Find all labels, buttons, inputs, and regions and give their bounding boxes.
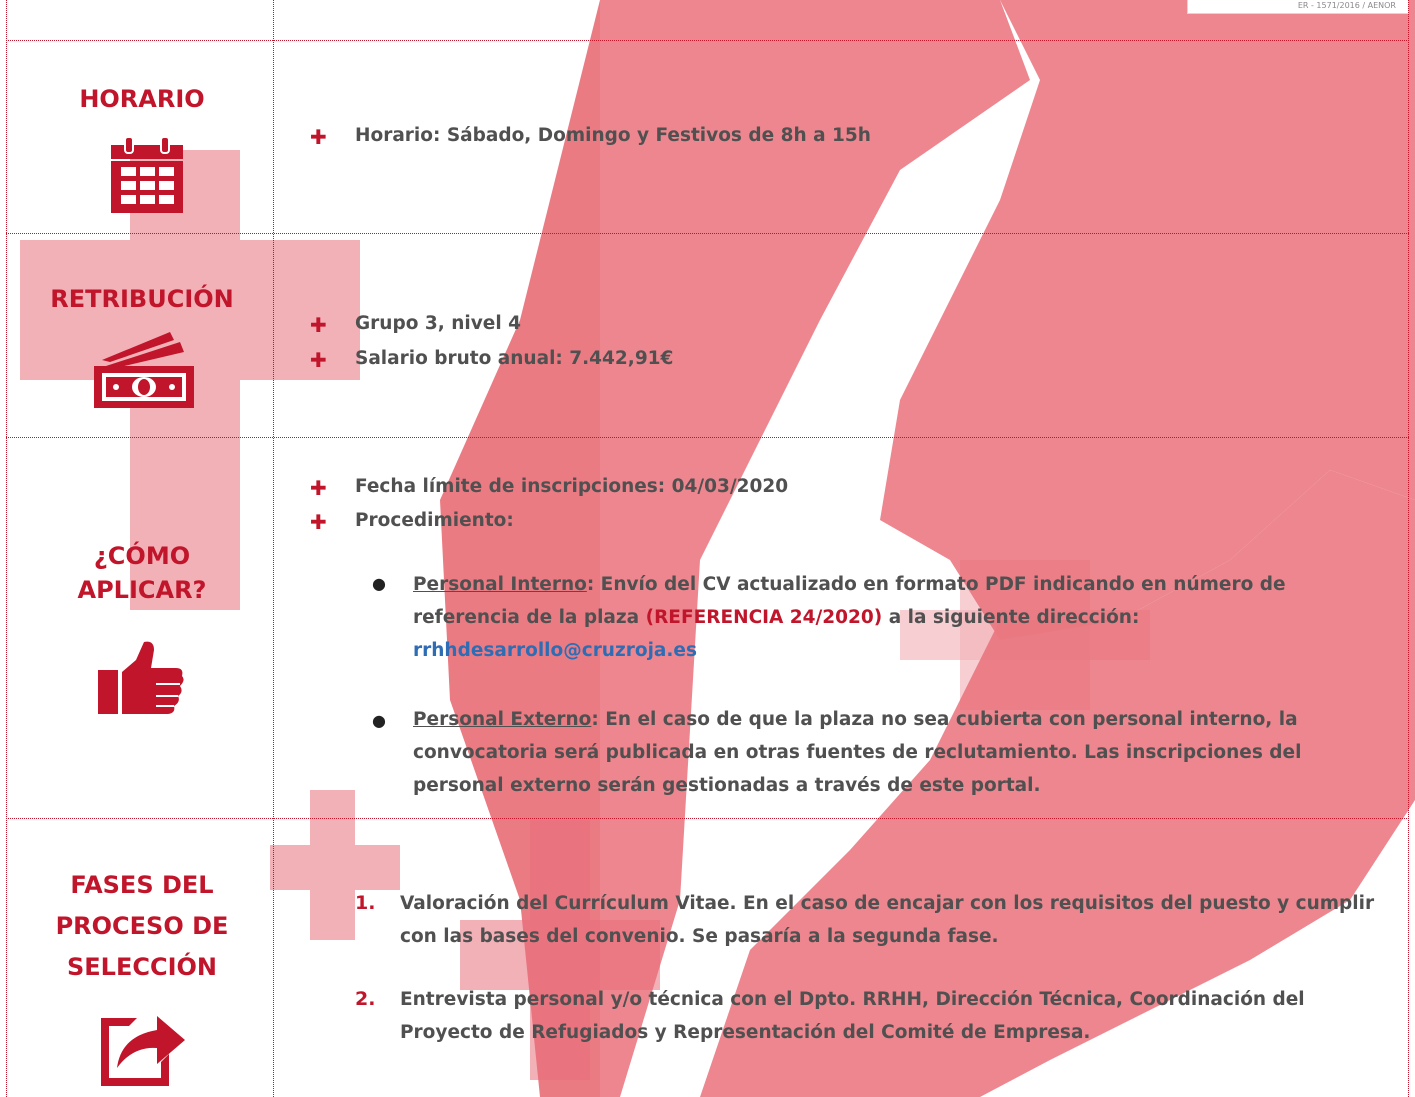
bullet-plus-icon: ✚ (310, 125, 327, 149)
column-divider (6, 0, 7, 1097)
bullet-dot: ● (372, 574, 386, 593)
row-divider (6, 818, 1409, 819)
procedimiento-label: Procedimiento: (355, 510, 514, 531)
retribucion-item: Salario bruto anual: 7.442,91€ (355, 348, 674, 369)
fase-1-text: Valoración del Currículum Vitae. En el c… (400, 893, 1375, 947)
section-title-retribucion: RETRIBUCIÓN (50, 285, 234, 313)
personal-externo-item: Personal Externo: En el caso de que la p… (413, 703, 1393, 802)
fecha-limite: Fecha límite de inscripciones: 04/03/202… (355, 476, 789, 497)
referencia-code: (REFERENCIA 24/2020) (645, 607, 883, 628)
bullet-plus-icon: ✚ (310, 476, 327, 500)
fase-number: 1. (355, 892, 376, 914)
personal-interno-item: Personal Interno: Envío del CV actualiza… (413, 568, 1393, 667)
bullet-plus-icon: ✚ (310, 510, 327, 534)
share-arrow-icon (99, 1000, 187, 1088)
column-divider (1408, 0, 1409, 1097)
money-icon (92, 330, 196, 410)
certification-stamp: ER - 1571/2016 / AENOR (1187, 0, 1409, 14)
section-title-horario: HORARIO (79, 85, 205, 113)
row-divider (6, 437, 1409, 438)
personal-externo-label: Personal Externo (413, 709, 592, 730)
fase-number: 2. (355, 988, 376, 1010)
bullet-plus-icon: ✚ (310, 348, 327, 372)
section-title-aplicar: APLICAR? (77, 576, 207, 604)
calendar-icon (109, 137, 185, 213)
section-title-fases: SELECCIÓN (66, 953, 217, 981)
row-divider (6, 40, 1409, 41)
bullet-plus-icon: ✚ (310, 313, 327, 337)
thumbs-up-icon (96, 640, 186, 716)
bullet-dot: ● (372, 711, 386, 730)
horario-text: Horario: Sábado, Domingo y Festivos de 8… (355, 125, 871, 146)
retribucion-item: Grupo 3, nivel 4 (355, 313, 521, 334)
email-link[interactable]: rrhhdesarrollo@cruzroja.es (413, 640, 697, 661)
personal-interno-label: Personal Interno (413, 574, 587, 595)
row-divider (6, 233, 1409, 234)
section-title-fases: PROCESO DE (55, 912, 229, 940)
personal-interno-text-2: a la siguiente dirección: (882, 607, 1140, 628)
fase-2-text: Entrevista personal y/o técnica con el D… (400, 989, 1305, 1043)
section-title-fases: FASES DEL (70, 871, 214, 899)
